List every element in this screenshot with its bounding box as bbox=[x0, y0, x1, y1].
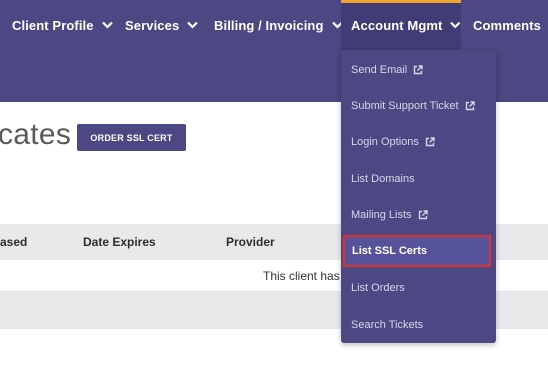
menu-item-list-ssl-certs[interactable]: List SSL Certs bbox=[343, 235, 491, 267]
nav-account-mgmt[interactable]: Account Mgmt bbox=[341, 0, 461, 50]
external-link-icon bbox=[465, 101, 475, 111]
nav-label: Services bbox=[125, 17, 180, 33]
menu-item-label: Submit Support Ticket bbox=[351, 100, 459, 112]
menu-item-label: Send Email bbox=[351, 64, 408, 76]
menu-item-label: List Orders bbox=[351, 282, 405, 294]
menu-item-label: Search Tickets bbox=[351, 319, 424, 331]
page: Client Profile Services Billing / Invoic… bbox=[0, 0, 548, 365]
nav-label: Client Profile bbox=[12, 17, 94, 33]
chevron-down-icon bbox=[101, 21, 113, 29]
menu-item-send-email[interactable]: Send Email bbox=[341, 52, 496, 88]
menu-item-label: Login Options bbox=[351, 136, 419, 148]
nav-label: Comments bbox=[473, 17, 541, 33]
column-header-date-expires[interactable]: Date Expires bbox=[83, 224, 156, 260]
nav-services[interactable]: Services bbox=[125, 0, 199, 50]
nav-billing-invoicing[interactable]: Billing / Invoicing bbox=[214, 0, 343, 50]
menu-item-label: List Domains bbox=[351, 173, 415, 185]
menu-item-mailing-lists[interactable]: Mailing Lists bbox=[341, 197, 496, 233]
menu-item-label: List SSL Certs bbox=[352, 245, 427, 257]
nav-comments[interactable]: Comments bbox=[473, 0, 541, 50]
chevron-down-icon bbox=[187, 21, 199, 29]
column-header-provider[interactable]: Provider bbox=[226, 224, 275, 260]
column-header-purchased[interactable]: ased bbox=[0, 224, 27, 260]
nav-label: Billing / Invoicing bbox=[214, 17, 324, 33]
external-link-icon bbox=[418, 210, 428, 220]
external-link-icon bbox=[414, 65, 423, 75]
menu-item-label: Mailing Lists bbox=[351, 209, 412, 221]
menu-item-submit-support-ticket[interactable]: Submit Support Ticket bbox=[341, 88, 496, 124]
nav-label: Account Mgmt bbox=[351, 17, 443, 33]
chevron-down-icon bbox=[450, 21, 461, 29]
order-ssl-cert-button[interactable]: ORDER SSL CERT bbox=[77, 124, 186, 151]
empty-table-message: This client has bbox=[263, 269, 340, 283]
external-link-icon bbox=[425, 137, 435, 147]
menu-item-search-tickets[interactable]: Search Tickets bbox=[341, 307, 496, 343]
page-title: cates bbox=[0, 118, 72, 151]
nav-client-profile[interactable]: Client Profile bbox=[12, 0, 113, 50]
menu-item-login-options[interactable]: Login Options bbox=[341, 124, 496, 160]
account-mgmt-dropdown: Send Email Submit Support Ticket Login O… bbox=[341, 50, 496, 343]
menu-item-list-domains[interactable]: List Domains bbox=[341, 161, 496, 197]
menu-item-list-orders[interactable]: List Orders bbox=[341, 270, 496, 306]
